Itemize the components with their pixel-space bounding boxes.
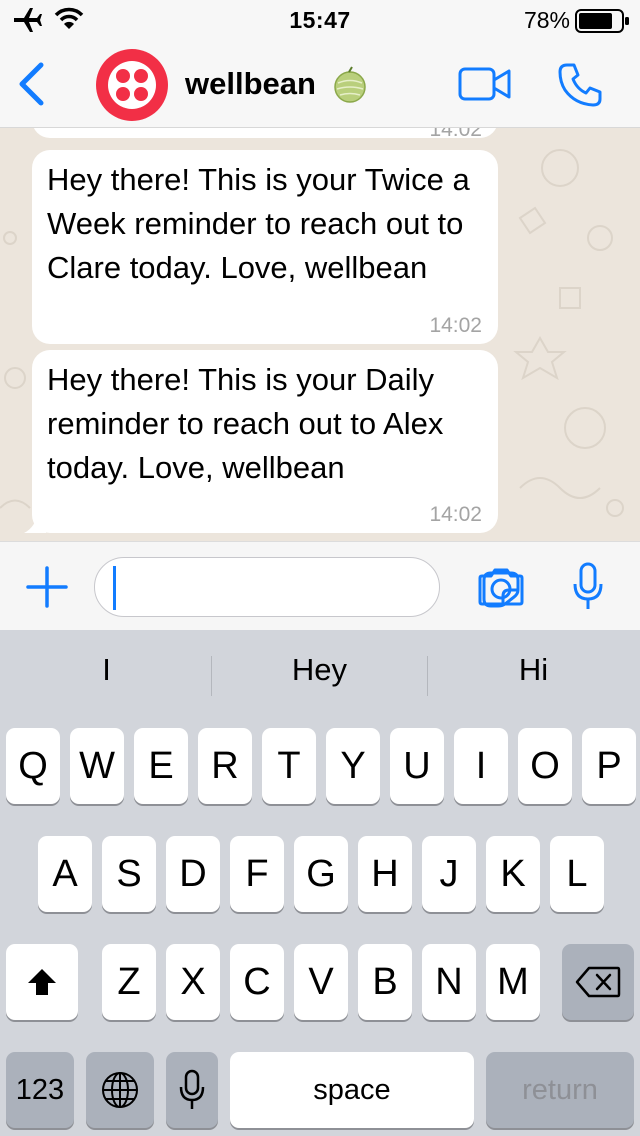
message-time: 14:02 <box>429 314 482 337</box>
status-bar: 15:47 78% <box>0 0 640 40</box>
microphone-icon[interactable] <box>572 562 604 612</box>
key-y[interactable]: Y <box>326 728 380 804</box>
key-u[interactable]: U <box>390 728 444 804</box>
bubble-tail <box>24 511 46 533</box>
key-e[interactable]: E <box>134 728 188 804</box>
key-l[interactable]: L <box>550 836 604 912</box>
microphone-icon <box>179 1069 205 1109</box>
battery-icon <box>575 9 629 33</box>
message-text: Hey there! This is your Daily reminder t… <box>47 362 444 485</box>
key-w[interactable]: W <box>70 728 124 804</box>
message-bubble[interactable]: 14:02 <box>32 128 498 141</box>
plus-icon[interactable] <box>26 566 68 608</box>
chat-header: wellbean <box>0 40 640 128</box>
space-key[interactable]: space <box>230 1052 474 1128</box>
key-a[interactable]: A <box>38 836 92 912</box>
key-r[interactable]: R <box>198 728 252 804</box>
suggestion-2[interactable]: Hey <box>213 652 426 688</box>
keyboard: I Hey Hi Q W E R T Y U I O P A S D F G H… <box>0 630 640 1136</box>
backspace-icon <box>575 966 621 998</box>
key-m[interactable]: M <box>486 944 540 1020</box>
key-n[interactable]: N <box>422 944 476 1020</box>
camera-icon[interactable] <box>478 568 524 606</box>
phone-icon[interactable] <box>557 62 603 108</box>
chevron-left-icon[interactable] <box>14 62 48 106</box>
chat-area[interactable]: 14:02 Hey there! This is your Twice a We… <box>0 128 640 541</box>
key-g[interactable]: G <box>294 836 348 912</box>
shift-icon <box>28 969 56 995</box>
key-h[interactable]: H <box>358 836 412 912</box>
key-j[interactable]: J <box>422 836 476 912</box>
message-bubble[interactable]: Hey there! This is your Daily reminder t… <box>32 350 498 533</box>
avatar[interactable] <box>96 49 168 121</box>
delete-key[interactable] <box>562 944 634 1020</box>
key-p[interactable]: P <box>582 728 636 804</box>
text-cursor <box>113 566 116 610</box>
message-time: 14:02 <box>429 503 482 526</box>
dictation-key[interactable] <box>166 1052 218 1128</box>
globe-key[interactable] <box>86 1052 154 1128</box>
message-time: 14:02 <box>429 128 482 141</box>
key-q[interactable]: Q <box>6 728 60 804</box>
message-composer <box>0 541 640 630</box>
key-c[interactable]: C <box>230 944 284 1020</box>
suggestion-divider <box>211 656 212 696</box>
video-camera-icon[interactable] <box>458 67 512 101</box>
suggestion-3[interactable]: Hi <box>427 652 640 688</box>
key-k[interactable]: K <box>486 836 540 912</box>
message-input-field[interactable] <box>94 557 520 617</box>
message-bubble[interactable]: Hey there! This is your Twice a Week rem… <box>32 150 498 344</box>
key-f[interactable]: F <box>230 836 284 912</box>
battery-percent: 78% <box>523 7 570 33</box>
key-s[interactable]: S <box>102 836 156 912</box>
predictive-bar: I Hey Hi <box>0 630 640 716</box>
message-text: Hey there! This is your Twice a Week rem… <box>47 162 470 285</box>
key-o[interactable]: O <box>518 728 572 804</box>
key-d[interactable]: D <box>166 836 220 912</box>
shift-key[interactable] <box>6 944 78 1020</box>
melon-icon <box>334 66 366 103</box>
key-b[interactable]: B <box>358 944 412 1020</box>
message-input[interactable] <box>113 564 373 610</box>
suggestion-1[interactable]: I <box>0 652 213 688</box>
key-x[interactable]: X <box>166 944 220 1020</box>
return-key[interactable]: return <box>486 1052 634 1128</box>
globe-icon <box>102 1072 138 1108</box>
contact-name[interactable]: wellbean <box>185 66 316 102</box>
key-z[interactable]: Z <box>102 944 156 1020</box>
key-t[interactable]: T <box>262 728 316 804</box>
numbers-key[interactable]: 123 <box>6 1052 74 1128</box>
key-v[interactable]: V <box>294 944 348 1020</box>
key-i[interactable]: I <box>454 728 508 804</box>
